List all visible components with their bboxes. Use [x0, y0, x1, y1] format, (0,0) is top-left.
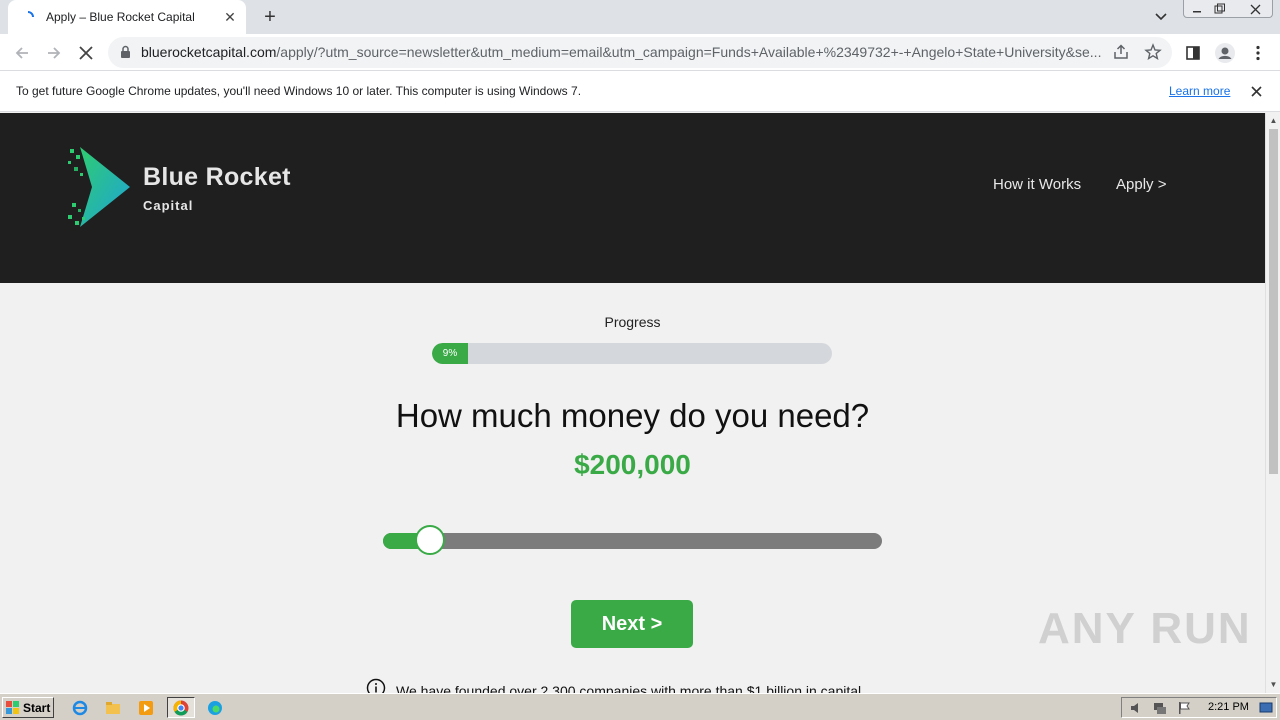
amount-slider[interactable] [383, 533, 882, 549]
tab-title: Apply – Blue Rocket Capital [46, 10, 195, 24]
chrome-menu-icon[interactable] [1247, 42, 1269, 64]
loading-spinner-icon [20, 9, 36, 25]
page-scrollbar[interactable]: ▲ ▼ [1265, 113, 1280, 693]
nav-how-it-works[interactable]: How it Works [993, 176, 1081, 193]
nav-apply[interactable]: Apply > [1116, 176, 1166, 193]
update-infobar: To get future Google Chrome updates, you… [0, 71, 1280, 112]
scroll-up-icon[interactable]: ▲ [1269, 116, 1278, 126]
profile-avatar-icon[interactable] [1214, 42, 1236, 64]
scroll-down-icon[interactable]: ▼ [1269, 680, 1278, 690]
info-icon [366, 678, 386, 693]
minimize-icon[interactable] [1185, 0, 1209, 18]
window-close-icon[interactable] [1243, 0, 1267, 18]
action-center-flag-icon[interactable] [1176, 700, 1192, 716]
url-host: bluerocketcapital.com [141, 44, 277, 60]
windows-flag-icon [6, 700, 20, 715]
question-heading: How much money do you need? [395, 397, 870, 434]
footnote: We have founded over 2,300 companies wit… [366, 678, 861, 693]
restore-icon[interactable] [1208, 0, 1232, 18]
back-icon[interactable] [9, 40, 35, 66]
watermark-text: ANY RUN [1038, 604, 1252, 653]
infobar-close-icon[interactable] [1247, 82, 1265, 100]
taskbar-clock[interactable]: 2:21 PM [1208, 701, 1249, 713]
tab-search-icon[interactable] [1150, 6, 1172, 28]
edge-icon[interactable] [203, 697, 227, 718]
progress-fill: 9% [432, 343, 468, 364]
taskbar: Start 2:21 PM [0, 693, 1280, 720]
new-tab-button[interactable]: + [258, 5, 282, 29]
blue-rocket-logo-icon[interactable] [66, 141, 136, 238]
stop-loading-icon[interactable] [73, 40, 99, 66]
progress-bar: 9% [432, 343, 832, 364]
show-desktop-icon[interactable] [1258, 700, 1274, 716]
tab-strip: Apply – Blue Rocket Capital ✕ + [0, 0, 1280, 34]
chrome-taskbar-icon[interactable] [167, 697, 195, 718]
start-label: Start [23, 700, 51, 715]
browser-toolbar: bluerocketcapital.com/apply/?utm_source=… [0, 34, 1280, 71]
progress-label: Progress [604, 314, 661, 330]
browser-tab[interactable]: Apply – Blue Rocket Capital ✕ [8, 0, 246, 34]
learn-more-link[interactable]: Learn more [1169, 84, 1230, 98]
slider-handle[interactable] [415, 525, 446, 555]
media-player-icon[interactable] [134, 697, 158, 718]
next-button[interactable]: Next > [571, 600, 693, 648]
tab-close-icon[interactable]: ✕ [220, 7, 240, 27]
infobar-message: To get future Google Chrome updates, you… [16, 84, 582, 98]
amount-value: $200,000 [574, 449, 691, 480]
address-bar[interactable]: bluerocketcapital.com/apply/?utm_source=… [108, 37, 1172, 68]
brand-name[interactable]: Blue Rocket [143, 163, 291, 192]
brand-subtitle[interactable]: Capital [143, 198, 193, 213]
scroll-thumb[interactable] [1269, 129, 1278, 474]
internet-explorer-icon[interactable] [68, 697, 92, 718]
forward-icon[interactable] [41, 40, 67, 66]
share-icon[interactable] [1112, 43, 1130, 66]
network-icon[interactable] [1152, 700, 1168, 716]
footnote-text: We have founded over 2,300 companies wit… [396, 682, 862, 694]
bookmark-star-icon[interactable] [1144, 43, 1162, 66]
file-explorer-icon[interactable] [101, 697, 125, 718]
start-button[interactable]: Start [2, 697, 54, 718]
site-header: Blue Rocket Capital How it Works Apply > [0, 113, 1265, 283]
lock-icon[interactable] [120, 45, 131, 64]
system-tray: 2:21 PM [1121, 697, 1277, 718]
progress-percent-text: 9% [442, 348, 458, 359]
url-path: /apply/?utm_source=newsletter&utm_medium… [276, 44, 1102, 60]
side-panel-icon[interactable] [1182, 42, 1204, 64]
volume-icon[interactable] [1128, 700, 1144, 716]
url-text[interactable]: bluerocketcapital.com/apply/?utm_source=… [141, 44, 1106, 60]
